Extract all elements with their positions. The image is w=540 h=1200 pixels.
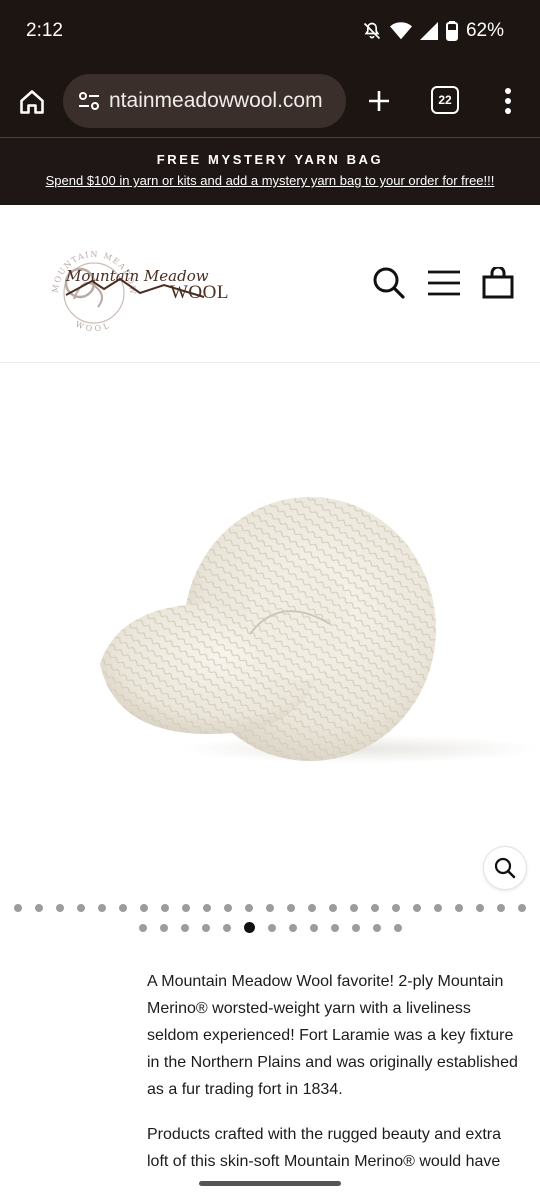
yarn-skein-image	[100, 497, 540, 763]
gallery-dot[interactable]	[309, 923, 318, 932]
gallery-dot[interactable]	[180, 923, 189, 932]
gallery-dot[interactable]	[371, 904, 379, 912]
gallery-dot-active[interactable]	[243, 922, 255, 933]
gallery-dot[interactable]	[393, 923, 402, 932]
gallery-dot[interactable]	[182, 904, 190, 912]
gallery-dot[interactable]	[288, 923, 297, 932]
description-viewport: A Mountain Meadow Wool favorite! 2-ply M…	[0, 968, 540, 1170]
status-bar: 2:12 62%	[0, 0, 540, 64]
announcement-link[interactable]: Spend $100 in yarn or kits and add a mys…	[0, 173, 540, 188]
gallery-dot[interactable]	[476, 904, 484, 912]
gallery-dot[interactable]	[287, 904, 295, 912]
new-tab-button[interactable]	[362, 84, 396, 118]
gallery-dot[interactable]	[350, 904, 358, 912]
gallery-dot[interactable]	[518, 904, 526, 912]
address-bar[interactable]: ntainmeadowwool.com	[63, 74, 346, 128]
gallery-dot[interactable]	[56, 904, 64, 912]
announcement-bar: FREE MYSTERY YARN BAG Spend $100 in yarn…	[0, 138, 540, 205]
logo-ring-bottom: WOOL	[74, 320, 110, 334]
shopping-bag-icon	[482, 267, 514, 299]
gallery-dot[interactable]	[203, 904, 211, 912]
logo-wordmark: WOOL	[170, 282, 229, 303]
battery-percent: 62%	[465, 20, 504, 41]
gallery-dot[interactable]	[329, 904, 337, 912]
status-icons: 62%	[362, 20, 504, 42]
search-icon	[373, 267, 405, 299]
svg-text:WOOL: WOOL	[74, 320, 113, 334]
gallery-dot[interactable]	[351, 923, 360, 932]
plus-icon	[369, 91, 389, 111]
gallery-dot[interactable]	[413, 904, 421, 912]
gallery-dot[interactable]	[98, 904, 106, 912]
url-text: ntainmeadowwool.com	[109, 89, 323, 112]
cart-button[interactable]	[480, 265, 516, 301]
gallery-dot[interactable]	[161, 904, 169, 912]
tab-count: 22	[438, 93, 452, 107]
gallery-dot[interactable]	[138, 923, 147, 932]
tab-switcher-button[interactable]: 22	[431, 86, 459, 114]
gallery-dot[interactable]	[35, 904, 43, 912]
wifi-icon	[389, 21, 412, 41]
home-button[interactable]	[14, 84, 50, 120]
gallery-dot[interactable]	[330, 923, 339, 932]
status-time: 2:12	[26, 20, 63, 41]
menu-button[interactable]	[426, 265, 462, 301]
site-logo[interactable]: MOUNTAIN MEADOW WOOL Mountain Meadow WOO…	[44, 235, 244, 335]
gallery-dot[interactable]	[266, 904, 274, 912]
gallery-dot[interactable]	[119, 904, 127, 912]
description-paragraph: A Mountain Meadow Wool favorite! 2-ply M…	[147, 973, 518, 1098]
gesture-home-indicator[interactable]	[199, 1181, 341, 1186]
mute-icon	[362, 21, 382, 41]
gallery-dot[interactable]	[159, 923, 168, 932]
site-settings-icon[interactable]	[69, 74, 109, 128]
product-image[interactable]	[0, 364, 540, 894]
more-vert-icon	[505, 88, 511, 114]
gallery-dot[interactable]	[140, 904, 148, 912]
gallery-dot[interactable]	[308, 904, 316, 912]
gallery-dots-row-2	[0, 922, 540, 933]
gallery-dot[interactable]	[222, 923, 231, 932]
gallery-dots-row-1	[0, 904, 540, 912]
gallery-dot[interactable]	[434, 904, 442, 912]
gallery-dot[interactable]	[245, 904, 253, 912]
site-header: MOUNTAIN MEADOW WOOL Mountain Meadow WOO…	[0, 205, 540, 363]
battery-icon	[445, 21, 458, 41]
search-button[interactable]	[371, 265, 407, 301]
browser-menu-button[interactable]	[494, 84, 522, 118]
product-description: A Mountain Meadow Wool favorite! 2-ply M…	[147, 968, 522, 1170]
description-paragraph: Products crafted with the rugged beauty …	[147, 1126, 501, 1170]
zoom-button[interactable]	[483, 846, 527, 890]
announcement-title: FREE MYSTERY YARN BAG	[156, 152, 384, 167]
gallery-dot[interactable]	[14, 904, 22, 912]
signal-icon	[419, 21, 438, 41]
gallery-dot[interactable]	[201, 923, 210, 932]
gallery-dot[interactable]	[267, 923, 276, 932]
gallery-dot[interactable]	[77, 904, 85, 912]
gallery-dot[interactable]	[392, 904, 400, 912]
gallery-dot[interactable]	[372, 923, 381, 932]
zoom-icon	[494, 857, 516, 879]
gallery-dot[interactable]	[455, 904, 463, 912]
hamburger-menu-icon	[428, 270, 460, 296]
browser-toolbar: ntainmeadowwool.com 22	[0, 64, 540, 138]
home-icon	[20, 90, 44, 114]
gallery-dot[interactable]	[497, 904, 505, 912]
gallery-dot[interactable]	[224, 904, 232, 912]
